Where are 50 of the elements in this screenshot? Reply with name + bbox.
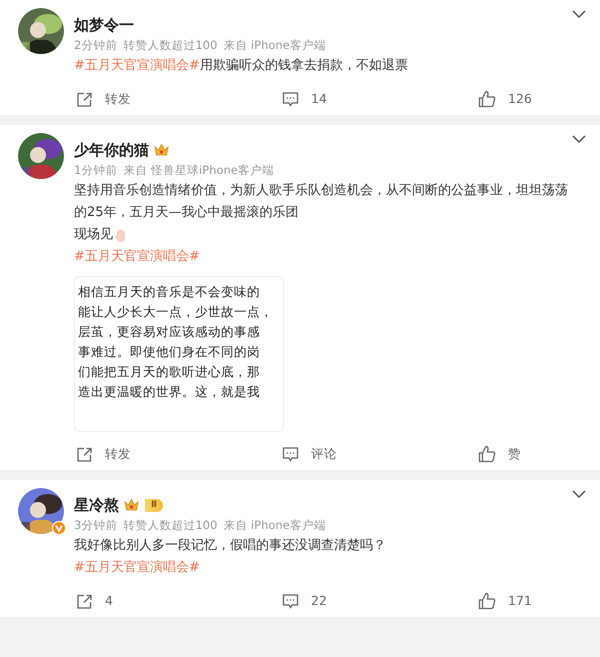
like-button[interactable]: 171 [478, 592, 532, 610]
repost-button[interactable]: 转发 [76, 90, 131, 108]
card-text-line: 能让人少长大一点，少世故一点， [78, 303, 273, 321]
hand-icon [114, 228, 128, 242]
card-text-line: 相信五月天的音乐是不会变味的 [78, 283, 260, 301]
post-meta: 来自 iPhone客户端 [223, 517, 326, 533]
post-meta: 来自 怪兽星球iPhone客户端 [123, 162, 274, 178]
post-text: 用欺骗听众的钱拿去捐款，不如退票 [200, 57, 408, 75]
comment-button[interactable]: 评论 [282, 444, 337, 464]
like-button[interactable]: 赞 [478, 444, 521, 464]
repost-button[interactable]: 4 [76, 592, 113, 610]
hashtag-link[interactable]: #五月天官宣演唱会# [74, 55, 200, 77]
share-icon [76, 446, 93, 462]
post-meta: 2分钟前 [74, 37, 118, 53]
chevron-down-icon[interactable] [572, 490, 586, 498]
repost-button[interactable]: 转发 [76, 444, 131, 464]
card-text-line: 层茧，更容易对应该感动的事感 [78, 323, 260, 341]
post-meta: 1分钟前 [74, 162, 118, 178]
user-name[interactable]: 星冷熬 [74, 494, 119, 516]
comment-icon [282, 593, 299, 609]
hashtag-link[interactable]: #五月天官宣演唱会# [74, 246, 200, 268]
share-icon [76, 90, 93, 108]
user-name[interactable]: 如梦令一 [74, 14, 134, 36]
comment-button[interactable]: 14 [282, 90, 327, 108]
chevron-down-icon[interactable] [572, 10, 586, 18]
comment-icon [282, 446, 299, 462]
card-text-line: 造出更温暖的世界。这，就是我 [78, 383, 260, 401]
chevron-down-icon[interactable] [572, 135, 586, 143]
post-meta: 转赞人数超过100 [123, 517, 218, 533]
image-card[interactable]: 相信五月天的音乐是不会变味的 能让人少长大一点，少世故一点， 层茧，更容易对应该感动的事感 事难过。即使他们身在不同的岗 们能把五月天的歌听进心底，那 造出更温暖的世界。这，就是我 [74, 276, 284, 432]
user-name[interactable]: 少年你的猫 [74, 138, 149, 162]
post-meta: 转赞人数超过100 [123, 37, 218, 53]
card-text-line: 事难过。即使他们身在不同的岗 [78, 343, 260, 361]
thumbs-up-icon [478, 90, 496, 108]
post-meta: 3分钟前 [74, 517, 118, 533]
crown-icon [154, 143, 169, 157]
hashtag-link[interactable]: #五月天官宣演唱会# [74, 557, 200, 579]
comment-button[interactable]: 22 [282, 592, 327, 610]
post-text: 我好像比别人多一段记忆，假唱的事还没调查清楚吗？ [74, 537, 386, 555]
card-text-line: 们能把五月天的歌听进心底，那 [78, 363, 260, 381]
share-icon [76, 592, 93, 610]
post-text: 坚持用音乐创造情绪价值，为新人歌手乐队创造机会，从不间断的公益事业，坦坦荡荡的25年，五月天—我心中最摇滚的乐团 [74, 182, 569, 222]
post-meta: 来自 iPhone客户端 [223, 37, 326, 53]
post-text: 现场见 [74, 226, 113, 244]
comment-icon [282, 91, 299, 107]
thumbs-up-icon [478, 592, 496, 610]
level-badge: Ⅱ [145, 498, 163, 512]
like-button[interactable]: 126 [478, 90, 532, 108]
crown-icon [124, 498, 139, 512]
thumbs-up-icon [478, 445, 496, 463]
